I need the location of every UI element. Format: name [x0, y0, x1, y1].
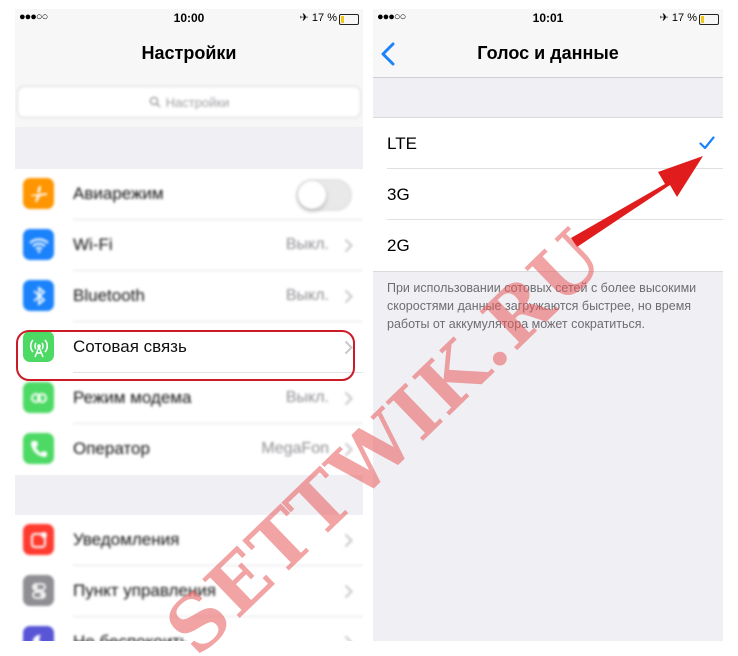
chevron-right-icon [344, 289, 353, 304]
checkmark-icon [699, 136, 715, 150]
battery-icon [699, 14, 719, 25]
control-center-icon [23, 575, 54, 606]
option-label: 3G [387, 185, 410, 204]
chevron-right-icon [344, 635, 352, 641]
row-label: Wi-Fi [73, 235, 113, 254]
search-input[interactable]: Настройки [18, 87, 360, 117]
phone-icon [23, 433, 54, 464]
nav-bar: Голос и данные [373, 29, 723, 78]
status-bar: ●●●○○ 10:01 ✈ 17 % [373, 9, 723, 29]
settings-group-connectivity: Авиарежим Wi-Fi Выкл. Bluetooth Выкл. Со… [15, 169, 363, 475]
red-arrow-annotation [571, 156, 703, 247]
chevron-right-icon [344, 391, 353, 406]
status-right: ✈ 17 % [299, 12, 337, 24]
row-value: Выкл. [285, 236, 329, 253]
option-label: LTE [387, 134, 417, 153]
status-bar: ●●●○○ 10:00 ✈ 17 % [15, 9, 363, 29]
bluetooth-icon [23, 280, 54, 311]
notifications-icon [23, 524, 54, 555]
battery-icon [339, 14, 359, 25]
screenshot-frame: ●●●○○ 10:00 ✈ 17 % Настройки Настройки А… [0, 0, 738, 656]
page-title: Голос и данные [477, 43, 619, 63]
page-title: Настройки [141, 43, 237, 63]
airplane-toggle[interactable] [296, 179, 352, 211]
chevron-right-icon [344, 584, 353, 599]
settings-row-bluetooth[interactable]: Bluetooth Выкл. [15, 271, 363, 322]
settings-row-wifi[interactable]: Wi-Fi Выкл. [15, 220, 363, 271]
row-label: Режим модема [73, 388, 192, 407]
row-value: Выкл. [285, 287, 329, 304]
search-placeholder: Настройки [165, 94, 230, 110]
row-value: Выкл. [285, 389, 329, 406]
status-right: ✈ 17 % [659, 12, 697, 24]
moon-icon [23, 626, 54, 641]
search-icon [149, 96, 161, 108]
airplane-icon [23, 178, 54, 209]
chevron-right-icon [344, 238, 353, 253]
row-label: Авиарежим [73, 184, 164, 203]
row-label: Bluetooth [73, 286, 145, 305]
row-label: Уведомления [73, 530, 180, 549]
option-label: 2G [387, 236, 410, 255]
row-label: Оператор [73, 439, 150, 458]
settings-row-airplane[interactable]: Авиарежим [15, 169, 363, 220]
nav-bar: Настройки [15, 29, 363, 78]
wifi-icon [23, 229, 54, 260]
search-area: Настройки [15, 77, 363, 127]
row-label: Не беспокоить [73, 632, 189, 641]
hotspot-icon [23, 382, 54, 413]
cellular-highlight-outline [16, 330, 355, 381]
